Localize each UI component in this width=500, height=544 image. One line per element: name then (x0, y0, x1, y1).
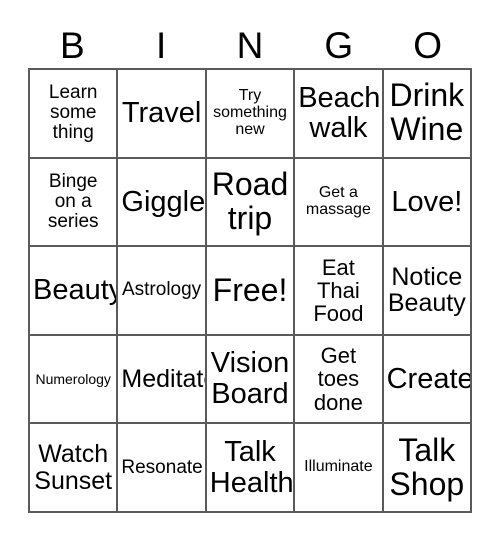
bingo-cell-label: Learn some thing (48, 82, 98, 144)
bingo-cell-label: Beauty (33, 274, 119, 307)
bingo-grid: Learn some thing Travel Try something new B… (28, 68, 472, 513)
bingo-cell[interactable]: Meditate (118, 335, 207, 425)
bingo-cell-label: Create (386, 362, 472, 395)
bingo-cell[interactable]: Watch Sunset (30, 424, 119, 513)
bingo-card: B I N G O Learn some thing Travel Try some… (0, 0, 500, 544)
bingo-cell[interactable]: Vision Board (206, 335, 296, 425)
bingo-cell[interactable]: Create (383, 335, 472, 425)
bingo-header-letter-i: I (156, 24, 167, 66)
bingo-cell[interactable]: Road trip (206, 158, 296, 248)
bingo-cell-label: Binge on a series (47, 170, 99, 232)
bingo-header-letter-n: N (236, 24, 264, 66)
bingo-cell[interactable]: Beach walk (295, 70, 384, 159)
bingo-cell[interactable]: Travel (118, 70, 207, 159)
bingo-cell-label: Astrology (121, 279, 202, 301)
bingo-cell[interactable]: Illuminate (295, 424, 384, 513)
bingo-cell-label: Try something new (213, 86, 287, 138)
bingo-cell[interactable]: Drink Wine (383, 70, 472, 159)
bingo-cell-label: Resonate (121, 456, 203, 478)
bingo-cell-label: Drink Wine (389, 77, 465, 148)
bingo-cell[interactable]: Beauty (30, 247, 119, 336)
bingo-cell[interactable]: Binge on a series (30, 158, 119, 248)
bingo-cell-label: Talk Health (209, 435, 294, 499)
bingo-cell[interactable]: Resonate (118, 424, 207, 513)
bingo-cell-label: Get toes done (313, 343, 363, 415)
bingo-cell-label: Numerology (35, 370, 111, 387)
bingo-cell[interactable]: Talk Shop (383, 424, 472, 513)
bingo-header-letter-o: O (413, 24, 442, 66)
bingo-cell[interactable]: Love! (383, 158, 472, 248)
bingo-cell-label: Giggle (121, 185, 206, 218)
bingo-cell[interactable]: Giggle (118, 158, 207, 248)
bingo-cell[interactable]: Notice Beauty (383, 247, 472, 336)
bingo-header-letter-b: B (60, 24, 85, 66)
bingo-cell-label: Beach walk (298, 81, 381, 145)
bingo-cell[interactable]: Learn some thing (30, 70, 119, 159)
bingo-cell-label: Watch Sunset (34, 440, 113, 495)
bingo-cell[interactable]: Get toes done (295, 335, 384, 425)
bingo-cell-label: Eat Thai Food (313, 254, 364, 327)
bingo-cell-label: Talk Shop (389, 431, 465, 502)
bingo-header-letter-g: G (324, 24, 354, 66)
bingo-cell-label: Illuminate (304, 458, 373, 476)
bingo-cell[interactable]: Free! (206, 247, 296, 336)
bingo-cell[interactable]: Talk Health (206, 424, 296, 513)
bingo-header: B I N G O (28, 22, 472, 68)
bingo-cell-label: Notice Beauty (387, 262, 466, 318)
bingo-cell-label: Road trip (211, 165, 289, 236)
bingo-cell[interactable]: Get a massage (295, 158, 384, 248)
bingo-cell-label: Travel (121, 96, 202, 129)
bingo-cell-label: Meditate (121, 364, 204, 393)
bingo-cell[interactable]: Try something new (206, 70, 296, 159)
bingo-cell[interactable]: Eat Thai Food (295, 247, 384, 336)
bingo-cell-label: Vision Board (210, 347, 290, 411)
bingo-cell-label: Free! (212, 271, 288, 308)
bingo-cell[interactable]: Astrology (118, 247, 207, 336)
bingo-cell[interactable]: Numerology (30, 335, 119, 425)
bingo-cell-label: Get a massage (305, 183, 371, 218)
bingo-cell-label: Love! (391, 185, 463, 218)
